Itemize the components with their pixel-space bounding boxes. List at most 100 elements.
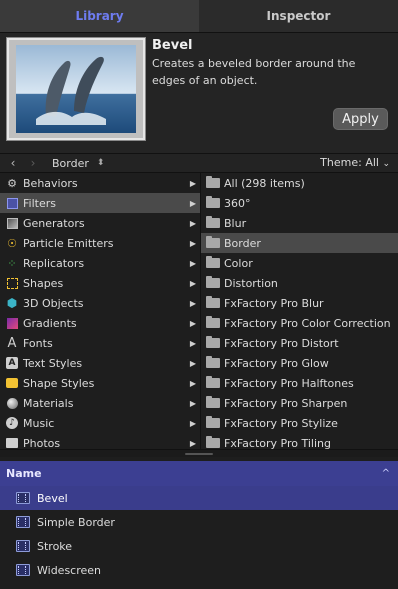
apply-button[interactable]: Apply: [333, 108, 388, 130]
chevron-right-icon: ▶: [189, 398, 196, 408]
gear-icon: ⚙: [7, 176, 17, 190]
browser-columns: ⚙ Behaviors ▶ Filters ▶ Generators ▶ ☉ P…: [0, 173, 398, 449]
folder-icon: [206, 296, 220, 308]
chevron-right-icon: ▶: [189, 278, 196, 288]
filter-item-icon: [16, 540, 30, 552]
list-item[interactable]: Stroke: [0, 534, 398, 558]
subcategory-column: All (298 items) 360° Blur Border Color D…: [201, 173, 398, 449]
music-icon: ♪: [5, 416, 19, 430]
subcategory-label: FxFactory Pro Color Correction: [224, 316, 391, 330]
category-gradients[interactable]: Gradients ▶: [0, 313, 200, 333]
pane-splitter[interactable]: [0, 449, 398, 457]
category-label: Gradients: [23, 316, 77, 330]
shape-icon: [5, 276, 19, 290]
category-label: Replicators: [23, 256, 85, 270]
subcategory-item[interactable]: FxFactory Pro Stylize: [201, 413, 398, 433]
category-generators[interactable]: Generators ▶: [0, 213, 200, 233]
subcategory-item[interactable]: FxFactory Pro Halftones: [201, 373, 398, 393]
subcategory-item[interactable]: FxFactory Pro Sharpen: [201, 393, 398, 413]
category-label: Behaviors: [23, 176, 78, 190]
subcategory-item[interactable]: FxFactory Pro Glow: [201, 353, 398, 373]
category-label: Text Styles: [23, 356, 83, 370]
item-label: Simple Border: [37, 515, 115, 529]
generator-icon: [5, 216, 19, 230]
subcategory-label: 360°: [224, 196, 251, 210]
subcategory-item[interactable]: Distortion: [201, 273, 398, 293]
tab-bar: Library Inspector: [0, 0, 398, 33]
subcategory-item[interactable]: Color: [201, 253, 398, 273]
list-header[interactable]: Name ^: [0, 461, 398, 486]
category-filters[interactable]: Filters ▶: [0, 193, 200, 213]
category-fonts[interactable]: A Fonts ▶: [0, 333, 200, 353]
folder-icon: [206, 216, 220, 228]
subcategory-item[interactable]: FxFactory Pro Color Correction: [201, 313, 398, 333]
filter-item-icon: [16, 516, 30, 528]
material-icon: [5, 396, 19, 410]
updown-icon[interactable]: ⬍: [97, 158, 105, 168]
subcategory-label: Border: [224, 236, 261, 250]
category-materials[interactable]: Materials ▶: [0, 393, 200, 413]
subcategory-item[interactable]: Border: [201, 233, 398, 253]
folder-icon: [206, 176, 220, 188]
category-replicators[interactable]: ⁘ Replicators ▶: [0, 253, 200, 273]
chevron-right-icon: ▶: [189, 178, 196, 188]
category-label: Shape Styles: [23, 376, 95, 390]
gradient-icon: [5, 316, 19, 330]
preview-title: Bevel: [152, 38, 193, 53]
folder-icon: [206, 436, 220, 448]
replicator-icon: ⁘: [7, 256, 17, 270]
library-nav-bar: ‹ › Border ⬍ Theme: All ⌄: [0, 153, 398, 173]
list-item[interactable]: Widescreen: [0, 558, 398, 582]
folder-icon: [206, 316, 220, 328]
folder-icon: [206, 196, 220, 208]
category-shapes[interactable]: Shapes ▶: [0, 273, 200, 293]
folder-icon: [206, 416, 220, 428]
splitter-grip[interactable]: [185, 453, 213, 455]
cube-icon: ⬢: [6, 296, 18, 310]
tab-inspector[interactable]: Inspector: [199, 0, 398, 32]
folder-icon: [206, 236, 220, 248]
subcategory-item[interactable]: FxFactory Pro Distort: [201, 333, 398, 353]
chevron-right-icon: ▶: [189, 218, 196, 228]
category-music[interactable]: ♪ Music ▶: [0, 413, 200, 433]
category-behaviors[interactable]: ⚙ Behaviors ▶: [0, 173, 200, 193]
subcategory-label: Distortion: [224, 276, 278, 290]
theme-popup[interactable]: Theme: All ⌄: [320, 156, 390, 169]
subcategory-item[interactable]: 360°: [201, 193, 398, 213]
subcategory-item[interactable]: Blur: [201, 213, 398, 233]
chevron-right-icon: ▶: [189, 318, 196, 328]
chevron-left-icon[interactable]: ‹: [6, 156, 20, 170]
theme-label: Theme: All: [320, 156, 379, 169]
folder-icon: [206, 396, 220, 408]
chevron-up-icon[interactable]: ^: [382, 468, 390, 479]
breadcrumb[interactable]: Border: [52, 157, 89, 170]
tab-library[interactable]: Library: [0, 0, 199, 32]
list-item[interactable]: Simple Border: [0, 510, 398, 534]
filter-item-icon: [16, 564, 30, 576]
chevron-right-icon: ▶: [189, 418, 196, 428]
category-text-styles[interactable]: A Text Styles ▶: [0, 353, 200, 373]
folder-icon: [206, 276, 220, 288]
category-label: Photos: [23, 436, 61, 450]
list-item[interactable]: Bevel: [0, 486, 398, 510]
category-label: Fonts: [23, 336, 53, 350]
folder-icon: [206, 356, 220, 368]
category-label: 3D Objects: [23, 296, 84, 310]
subcategory-item[interactable]: FxFactory Pro Blur: [201, 293, 398, 313]
subcategory-item[interactable]: All (298 items): [201, 173, 398, 193]
preview-panel: Bevel Creates a beveled border around th…: [0, 33, 398, 153]
chevron-right-icon: ▶: [189, 298, 196, 308]
category-photos[interactable]: Photos ▶: [0, 433, 200, 449]
preview-thumbnail: [6, 37, 146, 141]
subcategory-label: FxFactory Pro Glow: [224, 356, 329, 370]
category-shape-styles[interactable]: Shape Styles ▶: [0, 373, 200, 393]
name-column-header[interactable]: Name: [6, 467, 42, 480]
folder-icon: [206, 336, 220, 348]
chevron-right-icon[interactable]: ›: [26, 156, 40, 170]
subcategory-label: Blur: [224, 216, 247, 230]
subcategory-item[interactable]: FxFactory Pro Tiling: [201, 433, 398, 449]
chevron-down-icon: ⌄: [382, 159, 390, 169]
shape-style-icon: [5, 376, 19, 390]
category-3d-objects[interactable]: ⬢ 3D Objects ▶: [0, 293, 200, 313]
category-particle-emitters[interactable]: ☉ Particle Emitters ▶: [0, 233, 200, 253]
